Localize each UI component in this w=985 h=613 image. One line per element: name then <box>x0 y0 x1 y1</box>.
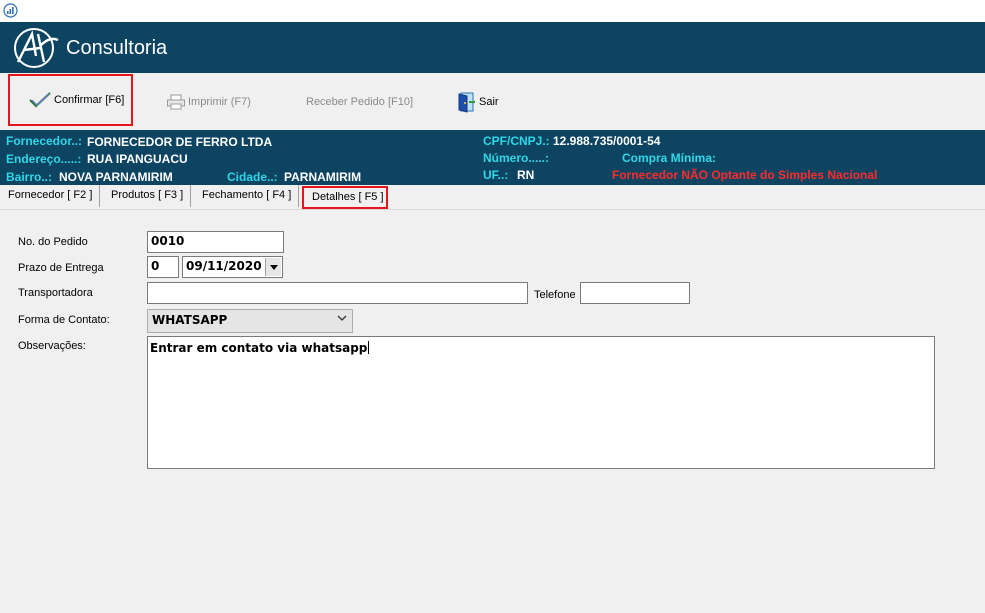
date-dropdown-icon[interactable] <box>265 258 281 276</box>
sair-button[interactable]: Sair <box>455 73 499 130</box>
brand-banner: Consultoria <box>0 22 985 73</box>
brand-name: Consultoria <box>66 37 168 59</box>
uf-value: RN <box>517 168 535 182</box>
toolbar: Confirmar [F6] Imprimir (F7) Receber Ped… <box>0 73 985 130</box>
simples-nacional-warning: Fornecedor NÃO Optante do Simples Nacion… <box>612 168 878 182</box>
company-logo-icon <box>14 28 59 68</box>
telefone-field[interactable] <box>580 282 690 304</box>
tab-bar: Fornecedor [ F2 ] Produtos [ F3 ] Fecham… <box>0 185 985 209</box>
numero-label: Número.....: <box>483 151 550 165</box>
transportadora-field[interactable] <box>147 282 528 304</box>
tab-fechamento[interactable]: Fechamento [ F4 ] <box>195 185 300 207</box>
cidade-label: Cidade..: <box>227 170 278 184</box>
fornecedor-value: FORNECEDOR DE FERRO LTDA <box>87 135 273 149</box>
text-cursor <box>368 341 370 354</box>
endereco-value: RUA IPANGUACU <box>87 152 188 166</box>
cidade-value: PARNAMIRIM <box>284 170 362 184</box>
receber-pedido-label: Receber Pedido [F10] <box>306 95 414 108</box>
checkmark-icon <box>29 92 51 108</box>
prazo-label: Prazo de Entrega <box>18 262 104 274</box>
pedido-label: No. do Pedido <box>18 236 88 248</box>
pedido-number-field[interactable]: 0010 <box>147 231 284 253</box>
bairro-value: NOVA PARNAMIRIM <box>59 170 173 184</box>
fornecedor-label: Fornecedor..: <box>6 134 83 148</box>
observacoes-text: Entrar em contato via whatsapp <box>150 341 368 355</box>
imprimir-button[interactable]: Imprimir (F7) <box>166 73 251 130</box>
bairro-label: Bairro..: <box>6 170 53 184</box>
tab-detalhes[interactable]: Detalhes [ F5 ] <box>302 186 388 209</box>
prazo-date-value: 09/11/2020 <box>186 259 262 273</box>
cpf-cnpj-label: CPF/CNPJ.: <box>483 134 550 148</box>
prazo-days-field[interactable]: 0 <box>147 256 179 278</box>
printer-icon <box>167 94 185 109</box>
chevron-down-icon <box>337 315 347 321</box>
tab-fornecedor[interactable]: Fornecedor [ F2 ] <box>1 185 101 207</box>
forma-contato-select[interactable]: WHATSAPP <box>147 309 353 333</box>
sair-label: Sair <box>479 95 499 108</box>
prazo-date-picker[interactable]: 09/11/2020 <box>182 256 283 278</box>
tab-produtos[interactable]: Produtos [ F3 ] <box>104 185 192 207</box>
window-titlebar <box>0 0 985 22</box>
endereco-label: Endereço.....: <box>6 152 82 166</box>
tab-panel-divider <box>0 209 985 210</box>
transportadora-label: Transportadora <box>18 287 93 299</box>
observacoes-textarea[interactable]: Entrar em contato via whatsapp <box>147 336 935 469</box>
uf-label: UF..: <box>483 168 509 182</box>
receber-pedido-button[interactable]: Receber Pedido [F10] <box>306 73 413 130</box>
confirmar-button[interactable]: Confirmar [F6] <box>8 74 133 126</box>
telefone-label: Telefone <box>534 289 576 301</box>
observacoes-label: Observações: <box>18 340 86 352</box>
app-icon <box>3 3 18 18</box>
imprimir-label: Imprimir (F7) <box>188 95 251 108</box>
cpf-cnpj-value: 12.988.735/0001-54 <box>553 134 661 148</box>
compra-minima-label: Compra Mínima: <box>622 151 717 165</box>
forma-contato-value: WHATSAPP <box>152 313 228 327</box>
supplier-info-bar: Fornecedor..: FORNECEDOR DE FERRO LTDA E… <box>0 130 985 185</box>
contato-label: Forma de Contato: <box>18 314 110 326</box>
exit-door-icon <box>458 92 475 113</box>
confirmar-label: Confirmar [F6] <box>54 94 125 106</box>
